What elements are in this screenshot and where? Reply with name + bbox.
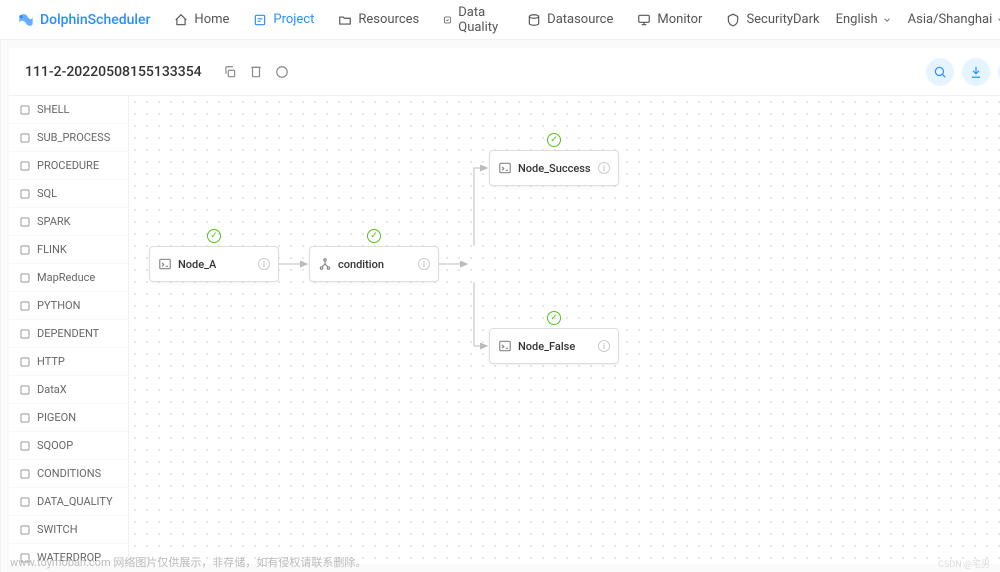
task-icon bbox=[19, 272, 31, 284]
nav-project[interactable]: Project bbox=[253, 5, 314, 35]
task-type-sub_process[interactable]: SUB_PROCESS bbox=[9, 124, 128, 152]
search-button[interactable] bbox=[926, 58, 954, 86]
task-icon bbox=[19, 524, 31, 536]
task-type-mapreduce[interactable]: MapReduce bbox=[9, 264, 128, 292]
language-select[interactable]: English bbox=[836, 12, 892, 27]
footer-left: www.toymoban.com 网络图片仅供展示，非存储，如有侵权请联系删除。 bbox=[10, 554, 366, 570]
chevron-down-icon bbox=[882, 15, 892, 25]
shield-icon bbox=[726, 13, 740, 27]
folder-icon bbox=[338, 13, 352, 27]
task-type-switch[interactable]: SWITCH bbox=[9, 516, 128, 544]
toolbar-left-icons bbox=[222, 64, 290, 80]
task-icon bbox=[19, 328, 31, 340]
shell-icon bbox=[498, 161, 512, 175]
workflow-title: 111-2-20220508155133354 bbox=[25, 64, 202, 80]
workspace: SHELLSUB_PROCESSPROCEDURESQLSPARKFLINKMa… bbox=[9, 96, 1000, 564]
datasource-icon bbox=[527, 13, 541, 27]
project-icon bbox=[253, 13, 267, 27]
task-icon bbox=[19, 160, 31, 172]
task-type-sqoop[interactable]: SQOOP bbox=[9, 432, 128, 460]
task-palette[interactable]: SHELLSUB_PROCESSPROCEDURESQLSPARKFLINKMa… bbox=[9, 96, 129, 564]
shell-icon bbox=[158, 257, 172, 271]
quality-icon bbox=[443, 13, 452, 27]
toolbar: 111-2-20220508155133354 Save Close bbox=[9, 48, 1000, 96]
task-type-data_quality[interactable]: DATA_QUALITY bbox=[9, 488, 128, 516]
task-type-spark[interactable]: SPARK bbox=[9, 208, 128, 236]
task-type-procedure[interactable]: PROCEDURE bbox=[9, 152, 128, 180]
task-icon bbox=[19, 356, 31, 368]
monitor-icon bbox=[637, 13, 651, 27]
task-icon bbox=[19, 104, 31, 116]
nav-datasource[interactable]: Datasource bbox=[527, 5, 613, 35]
node-success[interactable]: Node_Success i bbox=[489, 150, 619, 186]
info-icon[interactable] bbox=[274, 64, 290, 80]
shell-icon bbox=[498, 339, 512, 353]
task-type-pigeon[interactable]: PIGEON bbox=[9, 404, 128, 432]
nav-home[interactable]: Home bbox=[174, 5, 229, 35]
nav: Home Project Resources Data Quality Data… bbox=[174, 5, 793, 35]
main: Project Overview Workflow Workflow Relat… bbox=[0, 40, 1000, 572]
status-success-icon bbox=[207, 229, 221, 243]
node-info-icon[interactable]: i bbox=[598, 340, 610, 352]
task-type-shell[interactable]: SHELL bbox=[9, 96, 128, 124]
task-icon bbox=[19, 244, 31, 256]
logo[interactable]: DolphinScheduler bbox=[16, 10, 150, 30]
task-type-dependent[interactable]: DEPENDENT bbox=[9, 320, 128, 348]
task-icon bbox=[19, 496, 31, 508]
node-info-icon[interactable]: i bbox=[258, 258, 270, 270]
status-success-icon bbox=[547, 133, 561, 147]
condition-icon bbox=[318, 257, 332, 271]
node-false[interactable]: Node_False i bbox=[489, 328, 619, 364]
canvas-inner: Node_A i condition i Node_Succes bbox=[129, 96, 1000, 564]
node-info-icon[interactable]: i bbox=[418, 258, 430, 270]
content: 111-2-20220508155133354 Save Close bbox=[1, 40, 1000, 572]
status-success-icon bbox=[367, 229, 381, 243]
timezone-select[interactable]: Asia/Shanghai bbox=[908, 12, 1000, 27]
copy-icon[interactable] bbox=[222, 64, 238, 80]
content-inner: 111-2-20220508155133354 Save Close bbox=[9, 48, 1000, 564]
nav-security[interactable]: Security bbox=[726, 5, 793, 35]
task-type-flink[interactable]: FLINK bbox=[9, 236, 128, 264]
task-type-sql[interactable]: SQL bbox=[9, 180, 128, 208]
task-type-conditions[interactable]: CONDITIONS bbox=[9, 460, 128, 488]
header: DolphinScheduler Home Project Resources … bbox=[0, 0, 1000, 40]
task-icon bbox=[19, 188, 31, 200]
footer-right: CSDN @宅男 bbox=[938, 557, 990, 570]
nav-resources[interactable]: Resources bbox=[338, 5, 419, 35]
home-icon bbox=[174, 13, 188, 27]
chevron-down-icon bbox=[996, 15, 1000, 25]
nav-monitor[interactable]: Monitor bbox=[637, 5, 702, 35]
node-a[interactable]: Node_A i bbox=[149, 246, 279, 282]
task-icon bbox=[19, 384, 31, 396]
download-button[interactable] bbox=[962, 58, 990, 86]
task-type-http[interactable]: HTTP bbox=[9, 348, 128, 376]
task-icon bbox=[19, 468, 31, 480]
header-right: Dark English Asia/Shanghai admin bbox=[793, 12, 1000, 27]
node-condition[interactable]: condition i bbox=[309, 246, 439, 282]
toolbar-right: Save Close bbox=[926, 58, 1000, 86]
task-icon bbox=[19, 412, 31, 424]
theme-toggle[interactable]: Dark bbox=[793, 12, 820, 27]
task-icon bbox=[19, 300, 31, 312]
task-type-datax[interactable]: DataX bbox=[9, 376, 128, 404]
edges bbox=[129, 96, 829, 496]
task-icon bbox=[19, 216, 31, 228]
task-type-python[interactable]: PYTHON bbox=[9, 292, 128, 320]
delete-icon[interactable] bbox=[248, 64, 264, 80]
app-name: DolphinScheduler bbox=[40, 12, 150, 28]
logo-icon bbox=[16, 10, 36, 30]
status-success-icon bbox=[547, 311, 561, 325]
canvas[interactable]: Node_A i condition i Node_Succes bbox=[129, 96, 1000, 564]
node-info-icon[interactable]: i bbox=[598, 162, 610, 174]
nav-data-quality[interactable]: Data Quality bbox=[443, 5, 503, 35]
task-icon bbox=[19, 440, 31, 452]
task-icon bbox=[19, 132, 31, 144]
